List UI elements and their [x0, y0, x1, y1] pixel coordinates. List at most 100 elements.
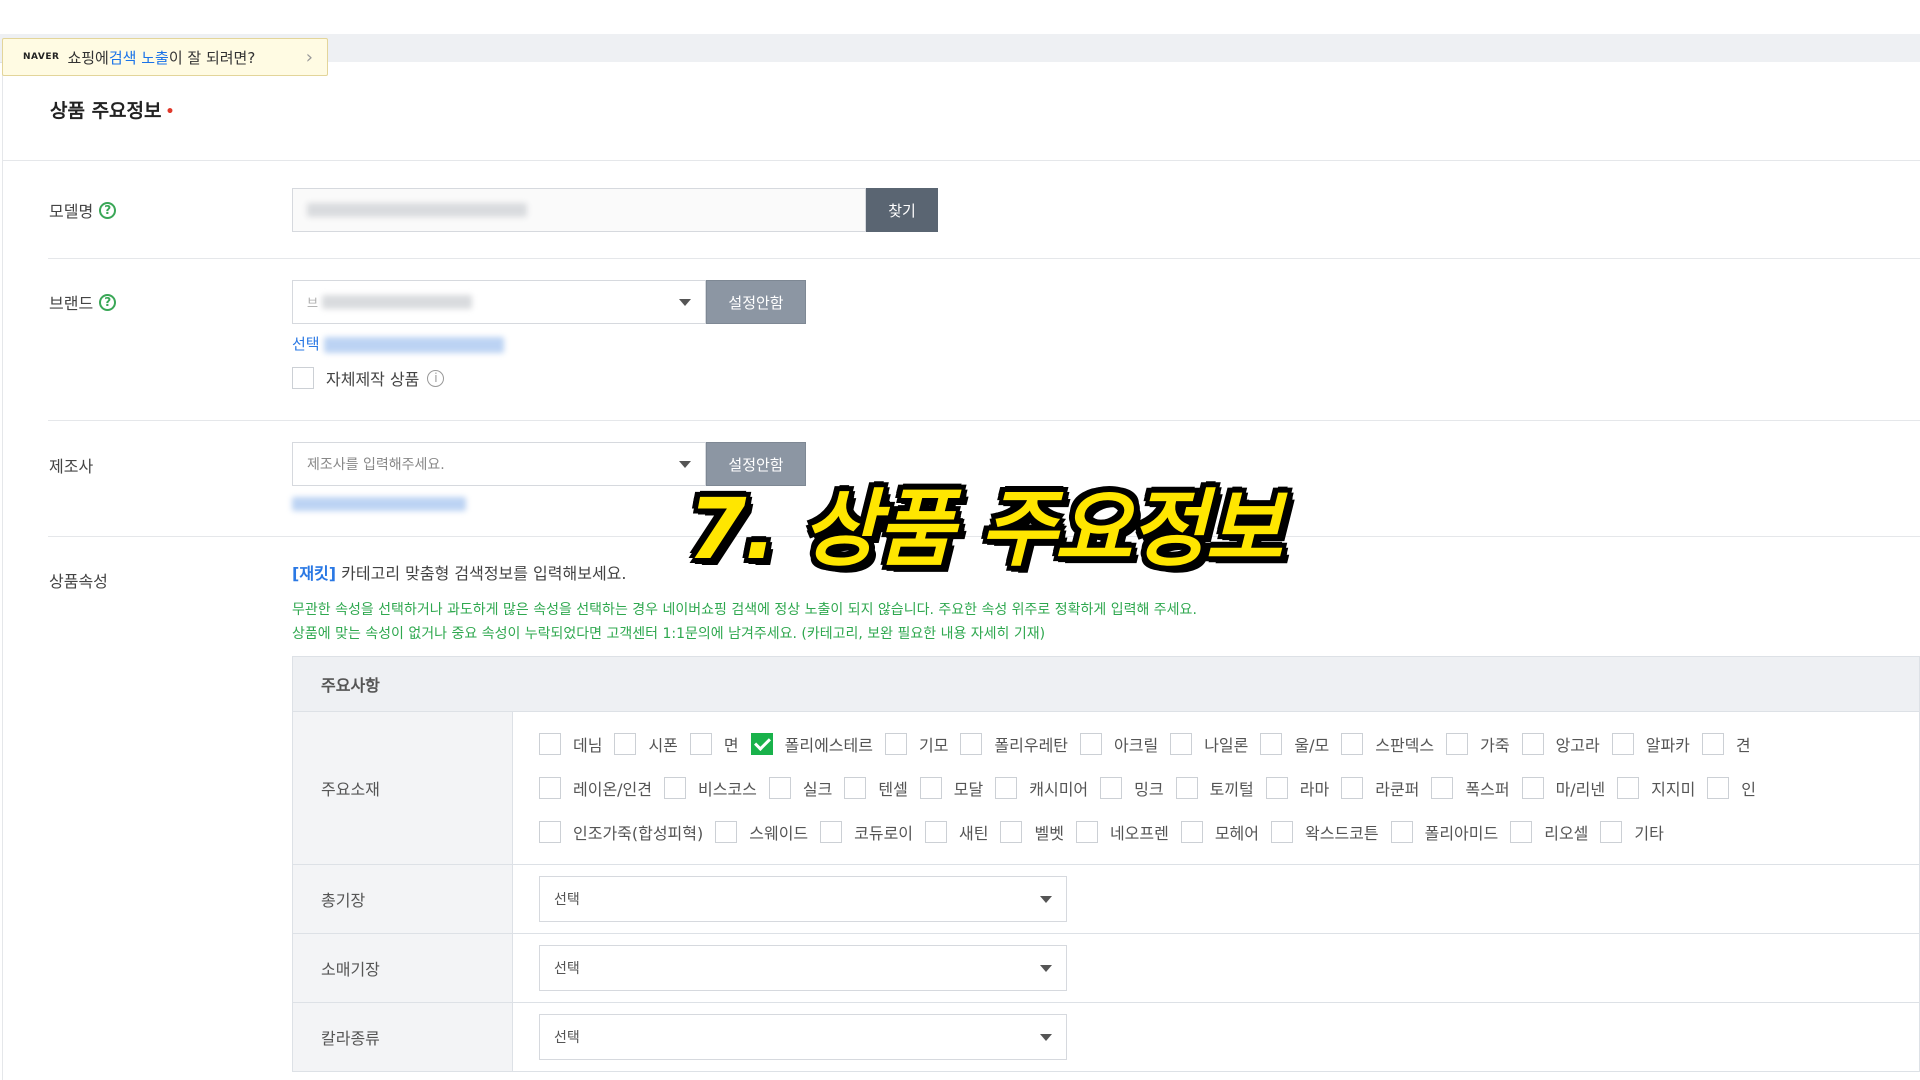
material-option[interactable]: 가죽 — [1446, 732, 1510, 756]
material-option[interactable]: 모헤어 — [1180, 820, 1259, 844]
material-checkbox[interactable] — [1341, 733, 1364, 755]
material-option[interactable]: 벨벳 — [1000, 820, 1064, 844]
material-option[interactable]: 아크릴 — [1080, 732, 1158, 756]
material-option-label: 레이온/인견 — [573, 780, 652, 799]
material-option[interactable]: 텐셀 — [844, 776, 908, 800]
material-option[interactable]: 리오셀 — [1510, 820, 1588, 844]
material-option[interactable]: 인 — [1707, 776, 1756, 800]
material-checkbox[interactable] — [689, 733, 712, 755]
brand-select[interactable]: 브 — [292, 280, 706, 324]
help-icon[interactable]: ? — [99, 201, 117, 219]
self-made-option[interactable]: 자체제작 상품 i — [292, 366, 445, 390]
material-checkbox[interactable] — [1000, 821, 1023, 843]
material-option[interactable]: 모달 — [919, 776, 983, 800]
material-option[interactable]: 알파카 — [1611, 732, 1690, 756]
maker-input[interactable]: 제조사를 입력해주세요. — [292, 442, 706, 486]
material-checkbox[interactable] — [1617, 777, 1640, 799]
model-name-input[interactable] — [292, 188, 866, 232]
material-checkbox[interactable] — [1510, 821, 1533, 843]
material-option[interactable]: 울/모 — [1260, 732, 1329, 756]
material-checkbox[interactable] — [1260, 733, 1283, 755]
material-option[interactable]: 나일론 — [1170, 732, 1248, 756]
model-label: 모델명 — [49, 202, 94, 221]
material-option[interactable]: 기모 — [884, 732, 948, 756]
material-checkbox[interactable] — [539, 821, 561, 843]
material-checkbox[interactable] — [1175, 777, 1198, 799]
material-checkbox[interactable] — [1341, 777, 1364, 799]
material-checkbox[interactable] — [1446, 733, 1469, 755]
material-checkbox[interactable] — [1390, 821, 1413, 843]
material-option[interactable]: 기타 — [1600, 820, 1664, 844]
material-option[interactable]: 밍크 — [1100, 776, 1164, 800]
info-icon[interactable]: i — [427, 369, 445, 387]
find-model-button[interactable]: 찾기 — [866, 188, 938, 232]
material-checkbox[interactable] — [925, 821, 948, 843]
help-icon[interactable]: ? — [99, 293, 117, 311]
material-option[interactable]: 왁스드코튼 — [1271, 820, 1379, 844]
material-option[interactable]: 인조가죽(합성피혁) — [539, 820, 703, 844]
material-option[interactable]: 스판덱스 — [1341, 732, 1434, 756]
material-checkbox[interactable] — [884, 733, 907, 755]
material-checkbox[interactable] — [1707, 777, 1730, 799]
material-option[interactable]: 폴리아미드 — [1390, 820, 1498, 844]
brand-selected-link[interactable]: 선택 — [292, 333, 505, 354]
material-option[interactable]: 네오프렌 — [1075, 820, 1169, 844]
material-checkbox[interactable] — [1180, 821, 1203, 843]
material-option[interactable]: 라마 — [1265, 776, 1329, 800]
material-checkbox[interactable] — [1431, 777, 1454, 799]
material-option[interactable]: 스웨이드 — [715, 820, 808, 844]
material-checkbox[interactable] — [995, 777, 1018, 799]
material-option[interactable]: 폴리에스테르 — [750, 732, 873, 756]
material-option[interactable]: 라쿤퍼 — [1341, 776, 1419, 800]
material-checkbox[interactable] — [664, 777, 686, 799]
material-option[interactable]: 캐시미어 — [995, 776, 1088, 800]
material-checkbox[interactable] — [1521, 777, 1544, 799]
material-checkbox[interactable] — [960, 733, 983, 755]
material-checkbox[interactable] — [768, 777, 791, 799]
search-exposure-banner[interactable]: NAVER 쇼핑에 검색 노출 이 잘 되려면? › — [2, 38, 328, 76]
material-option[interactable]: 앙고라 — [1521, 732, 1600, 756]
material-checkbox[interactable] — [750, 733, 773, 755]
material-option[interactable]: 지지미 — [1617, 776, 1695, 800]
material-checkbox[interactable] — [715, 821, 738, 843]
material-checkbox[interactable] — [1075, 821, 1098, 843]
material-checkbox[interactable] — [1701, 733, 1724, 755]
sleeve-length-select[interactable]: 선택 — [539, 945, 1067, 991]
material-option[interactable]: 새틴 — [925, 820, 988, 844]
material-option[interactable]: 폭스퍼 — [1431, 776, 1510, 800]
material-checkbox[interactable] — [539, 777, 561, 799]
material-checkbox[interactable] — [1170, 733, 1193, 755]
material-option[interactable]: 코듀로이 — [820, 820, 913, 844]
material-checkbox[interactable] — [844, 777, 867, 799]
maker-selected-link[interactable] — [292, 496, 466, 515]
material-option[interactable]: 레이온/인견 — [539, 776, 652, 800]
material-checkbox[interactable] — [919, 777, 942, 799]
material-option[interactable]: 비스코스 — [664, 776, 757, 800]
material-option[interactable]: 실크 — [768, 776, 832, 800]
collar-type-select[interactable]: 선택 — [539, 1014, 1067, 1060]
brand-no-setting-button[interactable]: 설정안함 — [706, 280, 806, 324]
material-option-label: 지지미 — [1651, 780, 1696, 799]
material-checkbox[interactable] — [1265, 777, 1288, 799]
material-checkbox[interactable] — [614, 733, 637, 755]
material-option[interactable]: 데님 — [539, 732, 602, 756]
material-option[interactable]: 폴리우레탄 — [960, 732, 1068, 756]
divider — [48, 420, 1920, 421]
material-option[interactable]: 견 — [1701, 732, 1751, 756]
material-checkbox[interactable] — [1611, 733, 1634, 755]
self-made-checkbox[interactable] — [292, 367, 314, 389]
material-checkbox[interactable] — [539, 733, 561, 755]
total-length-value: 선택 — [554, 892, 580, 908]
material-option[interactable]: 면 — [689, 732, 739, 756]
material-option[interactable]: 토끼털 — [1175, 776, 1254, 800]
material-checkbox[interactable] — [1100, 777, 1123, 799]
material-checkbox[interactable] — [1271, 821, 1293, 843]
material-checkbox[interactable] — [1080, 733, 1103, 755]
material-option-label: 나일론 — [1204, 736, 1249, 755]
material-option[interactable]: 마/리넨 — [1521, 776, 1605, 800]
material-checkbox[interactable] — [1600, 821, 1623, 843]
material-checkbox[interactable] — [820, 821, 843, 843]
total-length-select[interactable]: 선택 — [539, 876, 1067, 922]
material-checkbox[interactable] — [1521, 733, 1544, 755]
material-option[interactable]: 시폰 — [614, 732, 678, 756]
